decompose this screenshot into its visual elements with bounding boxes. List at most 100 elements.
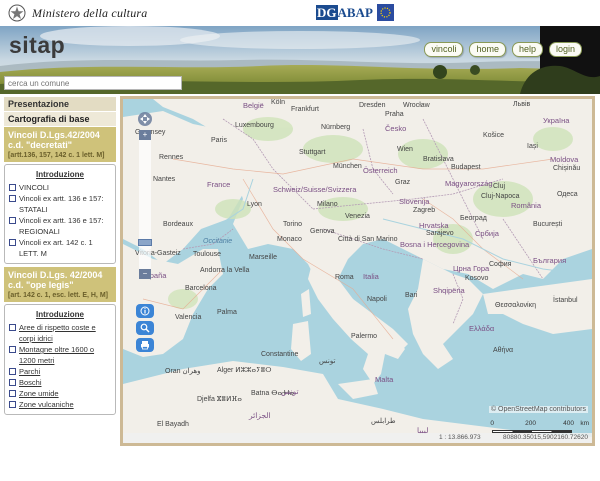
map-label: България <box>533 256 567 265</box>
map-attribution[interactable]: © OpenStreetMap contributors <box>488 406 588 413</box>
map-label: София <box>489 261 512 268</box>
map-label: Wien <box>397 146 413 153</box>
map-label: تونس <box>319 358 336 365</box>
map-label: Bratislava <box>423 156 454 163</box>
scale-ratio: 1 : 13.866.973 <box>439 434 481 441</box>
map-label: Stuttgart <box>299 149 326 156</box>
zoom-slider-handle[interactable] <box>138 239 152 246</box>
map-label: Budapest <box>451 164 481 171</box>
map-label: Београд <box>460 215 487 222</box>
layer-checkbox[interactable] <box>9 239 16 246</box>
layer-checkbox[interactable] <box>9 390 16 397</box>
group-ope-legis-layers: Introduzione Aree di rispetto coste e co… <box>4 304 116 415</box>
layer-checkbox[interactable] <box>9 346 16 353</box>
dgabap-logo: DGABAP <box>316 4 373 21</box>
introduzione-link[interactable]: Introduzione <box>9 310 111 319</box>
zoom-in-button[interactable]: + <box>139 130 151 140</box>
map-label: Česko <box>385 124 407 133</box>
map-label: Shqipëria <box>433 286 465 295</box>
map-label: Paris <box>211 137 227 144</box>
layer-option[interactable]: Zone umide <box>9 388 111 399</box>
map-viewport[interactable]: België Luxembourg Frankfurt Dresden Wroc… <box>123 99 592 443</box>
info-tool-button[interactable] <box>136 304 154 318</box>
search-comune-input[interactable] <box>4 76 182 90</box>
map-label: Львів <box>513 101 531 108</box>
tab-cartografia-di-base[interactable]: Cartografia di base <box>4 112 116 127</box>
italian-emblem-icon <box>8 4 26 22</box>
map-frame: België Luxembourg Frankfurt Dresden Wroc… <box>120 96 595 446</box>
map-label: Nantes <box>153 176 176 183</box>
nav-vincoli-button[interactable]: vincoli <box>424 42 464 57</box>
introduzione-link[interactable]: Introduzione <box>9 170 111 179</box>
map-label: France <box>207 180 231 189</box>
layer-checkbox[interactable] <box>9 368 16 375</box>
layer-checkbox[interactable] <box>9 401 16 408</box>
layer-option[interactable]: Parchi <box>9 366 111 377</box>
map-label: Lyon <box>247 201 262 208</box>
map-label: Djelfa ⴵⴻⵍⴼⴰ <box>197 396 242 403</box>
map-label: Andorra la Vella <box>200 267 250 274</box>
layer-option[interactable]: Vincoli ex artt. 136 e 157: REGIONALI <box>9 215 111 237</box>
zoom-out-button[interactable]: − <box>139 269 151 279</box>
layer-option[interactable]: Vincoli ex artt. 136 e 157: STATALI <box>9 193 111 215</box>
layer-checkbox[interactable] <box>9 195 16 202</box>
map-label: Palermo <box>351 333 378 340</box>
map-label: Iași <box>527 143 538 150</box>
layer-option[interactable]: Vincoli ex art. 142 c. 1 LETT. M <box>9 237 111 259</box>
nav-home-button[interactable]: home <box>469 42 506 57</box>
map-label: Italia <box>363 272 379 281</box>
sitap-logo[interactable]: sitap <box>9 32 65 59</box>
layer-checkbox[interactable] <box>9 324 16 331</box>
map-label: Frankfurt <box>291 106 320 113</box>
map-label: Constantine <box>261 351 299 358</box>
nav-help-button[interactable]: help <box>511 42 543 57</box>
layer-option[interactable]: Aree di rispetto coste e corpi idrici <box>9 322 111 344</box>
dgabap-logo-group[interactable]: DGABAP <box>316 4 394 21</box>
layer-label: Vincoli ex artt. 136 e 157: STATALI <box>19 194 104 214</box>
tab-presentazione[interactable]: Presentazione <box>4 97 116 112</box>
layer-option[interactable]: Montagne oltre 1600 o 1200 metri <box>9 344 111 366</box>
map-label: Palma <box>217 309 237 316</box>
layer-label: Vincoli ex artt. 136 e 157: REGIONALI <box>19 216 104 236</box>
map-label: Valencia <box>175 314 202 321</box>
layer-checkbox[interactable] <box>9 184 16 191</box>
main-nav: vincoli home help login <box>424 42 582 57</box>
map-label: Україна <box>543 116 570 125</box>
map-label: Србија <box>475 229 499 238</box>
map-label: İstanbul <box>553 297 578 304</box>
map-label: Genova <box>310 228 335 235</box>
layer-option[interactable]: Zone vulcaniche <box>9 399 111 410</box>
layer-option[interactable]: VINCOLI <box>9 182 111 193</box>
top-bar: Ministero della cultura DGABAP <box>0 0 600 26</box>
map-label: Bari <box>405 292 418 299</box>
zoom-slider-track[interactable] <box>139 139 151 269</box>
map-label: România <box>511 201 542 210</box>
dgabap-logo-abap: ABAP <box>337 4 373 20</box>
pan-control-icon[interactable] <box>137 111 153 127</box>
map-label: Sarajevo <box>426 230 454 237</box>
layer-label: VINCOLI <box>19 183 50 192</box>
map-label: Torino <box>283 221 303 228</box>
map-label: Košice <box>483 132 505 139</box>
layer-checkbox[interactable] <box>9 217 16 224</box>
magnifier-icon <box>140 323 150 333</box>
print-tool-button[interactable] <box>136 338 154 352</box>
map-label: Αθήνα <box>493 347 514 354</box>
layer-option[interactable]: Boschi <box>9 377 111 388</box>
basemap <box>123 99 592 443</box>
group-ope-legis-header[interactable]: Vincoli D.Lgs. 42/2004 c.d. "ope legis" <box>4 267 116 292</box>
ministry-logo[interactable]: Ministero della cultura <box>8 4 147 22</box>
map-label: Moldova <box>550 155 579 164</box>
map-label: Schweiz/Suisse/Svizzera <box>273 185 357 194</box>
map-label: Marseille <box>249 254 278 261</box>
layer-label: Boschi <box>19 378 42 387</box>
zoom-tool-button[interactable] <box>136 321 154 335</box>
layer-checkbox[interactable] <box>9 379 16 386</box>
map-label: Kosovo <box>465 275 489 282</box>
group-decretati-header[interactable]: Vincoli D.Lgs.42/2004 c.d. "decretati" <box>4 127 116 152</box>
map-label: Roma <box>335 274 354 281</box>
group-decretati-title-line2: c.d. "decretati" <box>8 140 73 150</box>
map-label: Chișinău <box>553 165 581 172</box>
nav-login-button[interactable]: login <box>548 42 582 57</box>
info-icon <box>140 306 150 316</box>
